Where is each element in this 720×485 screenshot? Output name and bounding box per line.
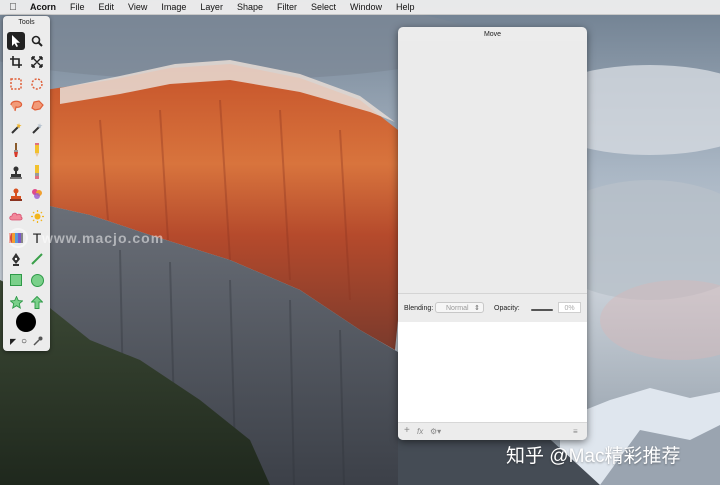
layers-options-icon[interactable]: ≡ <box>573 427 578 436</box>
line-tool-icon[interactable] <box>28 250 46 268</box>
blending-label: Blending: <box>404 305 434 312</box>
blending-select-value: Normal <box>446 305 469 312</box>
menu-filter[interactable]: Filter <box>270 2 304 12</box>
rectangle-shape-tool-icon[interactable] <box>7 271 25 289</box>
eraser-tool-icon[interactable] <box>28 163 46 181</box>
layers-window-title: Move <box>483 31 502 38</box>
move-tool-icon[interactable] <box>7 32 25 50</box>
menu-layer[interactable]: Layer <box>193 2 230 12</box>
tools-palette-title: Tools <box>18 19 35 26</box>
tools-palette: Tools T ◤ ○ <box>3 16 50 351</box>
zhihu-watermark: 知乎 @Mac精彩推荐 <box>506 446 681 467</box>
stamp-tool-icon[interactable] <box>7 163 25 181</box>
layers-footer: + fx ⚙▾ ≡ <box>398 422 587 440</box>
opacity-label: Opacity: <box>494 305 520 312</box>
magic-wand-alt-tool-icon[interactable] <box>28 119 46 137</box>
gear-menu-button[interactable]: ⚙▾ <box>430 427 441 436</box>
add-layer-button[interactable]: + <box>404 425 410 436</box>
brush-tool-icon[interactable] <box>7 141 25 159</box>
smudge-tool-icon[interactable] <box>28 185 46 203</box>
menu-shape[interactable]: Shape <box>230 2 270 12</box>
eyedropper-icon[interactable] <box>33 336 43 348</box>
site-watermark: www.macjo.com <box>42 230 165 246</box>
clone-tool-icon[interactable] <box>7 185 25 203</box>
menu-file[interactable]: File <box>63 2 92 12</box>
watermark-logo-icon <box>8 228 28 248</box>
arrow-shape-tool-icon[interactable] <box>28 293 46 311</box>
menu-image[interactable]: Image <box>154 2 193 12</box>
lasso-tool-icon[interactable] <box>7 97 25 115</box>
fx-button[interactable]: fx <box>417 427 423 436</box>
pen-tool-icon[interactable] <box>7 250 25 268</box>
cloud-shape-tool-icon[interactable] <box>7 207 25 225</box>
transform-tool-icon[interactable] <box>28 53 46 71</box>
layers-preview-area <box>398 41 587 293</box>
opacity-slider[interactable] <box>531 309 553 311</box>
default-colors-icon[interactable]: ○ <box>21 336 27 347</box>
blending-bar: Blending: Normal ⇕ Opacity: 0% <box>398 293 587 323</box>
layers-list[interactable] <box>398 322 587 422</box>
polygon-lasso-tool-icon[interactable] <box>28 97 46 115</box>
menu-help[interactable]: Help <box>389 2 422 12</box>
pencil-tool-icon[interactable] <box>28 141 46 159</box>
menu-app-name[interactable]: Acorn <box>26 2 63 12</box>
foreground-color-well[interactable] <box>16 312 36 332</box>
apple-icon[interactable]:  <box>0 2 26 13</box>
oval-shape-tool-icon[interactable] <box>28 271 46 289</box>
layers-window: Move Blending: Normal ⇕ Opacity: 0% + fx… <box>398 27 587 440</box>
menu-bar:  Acorn File Edit View Image Layer Shape… <box>0 0 720 15</box>
magic-wand-tool-icon[interactable] <box>7 119 25 137</box>
crop-tool-icon[interactable] <box>7 53 25 71</box>
swap-colors-icon[interactable]: ◤ <box>10 337 16 346</box>
opacity-field[interactable]: 0% <box>558 302 581 313</box>
menu-edit[interactable]: Edit <box>92 2 122 12</box>
blending-select[interactable]: Normal ⇕ <box>435 302 484 313</box>
star-shape-tool-icon[interactable] <box>7 293 25 311</box>
sun-tool-icon[interactable] <box>28 207 46 225</box>
menu-select[interactable]: Select <box>304 2 343 12</box>
menu-view[interactable]: View <box>121 2 154 12</box>
select-arrows-icon: ⇕ <box>474 305 480 312</box>
oval-select-tool-icon[interactable] <box>28 75 46 93</box>
zoom-tool-icon[interactable] <box>28 32 46 50</box>
menu-window[interactable]: Window <box>343 2 389 12</box>
rect-select-tool-icon[interactable] <box>7 75 25 93</box>
